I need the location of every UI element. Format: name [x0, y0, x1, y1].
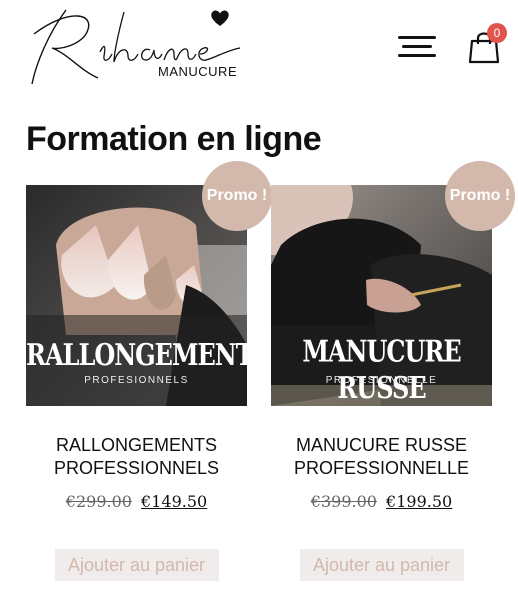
product-image-title: MANUCURE RUSSE: [302, 332, 461, 406]
cart-button[interactable]: 0: [466, 23, 507, 64]
product-name[interactable]: RALLONGEMENTS PROFESSIONNELS: [26, 434, 247, 480]
product-image-subtitle: PROFESIONNELS: [84, 375, 189, 386]
product-name-line: PROFESSIONNELLE: [293, 458, 470, 478]
product-name-line: MANUCURE RUSSE: [295, 435, 468, 455]
add-to-cart-button[interactable]: Ajouter au panier: [54, 549, 219, 581]
add-to-cart-button[interactable]: Ajouter au panier: [299, 549, 464, 581]
product-name-line: PROFESSIONNELS: [53, 458, 220, 478]
product-image-subtitle: PROFESIONNELLE: [325, 375, 438, 386]
product-card: MANUCURE RUSSE PROFESIONNELLE Promo ! MA…: [271, 161, 515, 581]
logo-subtitle: MANUCURE: [158, 64, 238, 79]
page-title: Formation en ligne: [26, 120, 322, 158]
menu-icon-line: [402, 45, 432, 48]
product-card: RALLONGEMENTS PROFESIONNELS Promo ! RALL…: [26, 161, 272, 581]
old-price: €299.00: [65, 492, 132, 511]
old-price: €399.00: [310, 492, 377, 511]
cart-count-badge: 0: [487, 23, 507, 43]
menu-icon-line: [398, 54, 436, 57]
product-name[interactable]: MANUCURE RUSSE PROFESSIONNELLE: [271, 434, 492, 480]
menu-button[interactable]: [398, 36, 436, 58]
sale-price: €149.50: [141, 492, 208, 511]
site-header: MANUCURE 0: [0, 0, 518, 100]
site-logo[interactable]: MANUCURE: [28, 4, 243, 90]
product-name-line: RALLONGEMENTS: [55, 435, 218, 455]
product-image-title: RALLONGEMENTS: [26, 336, 247, 373]
menu-icon: [398, 36, 436, 39]
product-price: €399.00 €199.50: [271, 492, 492, 511]
promo-badge: Promo !: [202, 161, 272, 231]
heart-icon: [211, 10, 229, 26]
promo-badge: Promo !: [445, 161, 515, 231]
sale-price: €199.50: [386, 492, 453, 511]
product-price: €299.00 €149.50: [26, 492, 247, 511]
